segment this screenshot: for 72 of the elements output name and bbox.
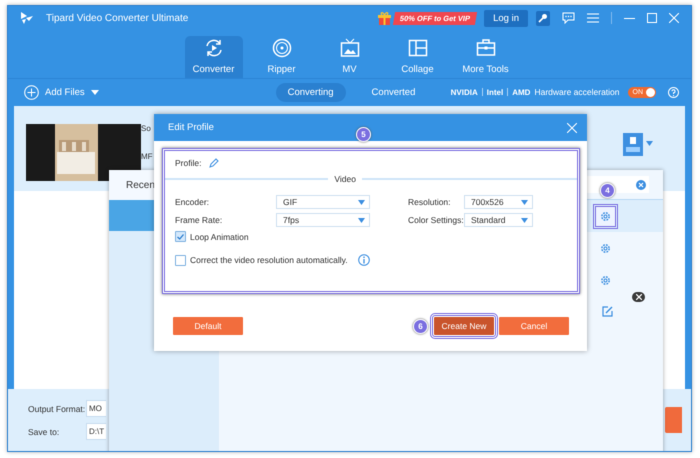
gift-icon — [377, 10, 392, 26]
file-info-label: So — [141, 124, 151, 134]
pencil-icon[interactable] — [209, 158, 220, 168]
close-icon[interactable] — [567, 122, 577, 132]
nav-tab[interactable]: Converter — [184, 36, 242, 78]
logo-icon — [20, 11, 34, 26]
setting-label: Frame Rate: — [175, 214, 224, 227]
setting-label: Resolution: — [407, 196, 452, 209]
callout-badge: 5 — [356, 127, 371, 142]
edit-icon[interactable] — [602, 306, 613, 317]
gear-icon[interactable] — [600, 210, 611, 222]
output-format-field[interactable]: MO — [86, 400, 106, 418]
checkbox[interactable] — [175, 254, 186, 266]
clear-icon[interactable] — [636, 180, 646, 190]
caret-icon — [358, 200, 365, 204]
key-icon[interactable] — [536, 10, 550, 26]
tv-icon — [340, 38, 360, 58]
save-to-field[interactable]: D:\T — [86, 423, 106, 440]
dropdown-field[interactable]: 700x526 — [464, 195, 533, 209]
view-tab[interactable]: Converted — [360, 82, 428, 102]
gpu-brand-label: AMD — [512, 88, 530, 97]
callout-badge: 6 — [413, 318, 428, 334]
checkbox-label: Loop Animation — [190, 232, 249, 242]
checkbox-label: Correct the video resolution automatically. — [190, 255, 348, 265]
gear-icon[interactable] — [600, 274, 611, 286]
nav-tab[interactable]: MV — [320, 36, 378, 78]
video-format-icon[interactable] — [623, 133, 643, 156]
gpu-brand-label: NVIDIA — [450, 88, 478, 97]
file-info-label: MF — [141, 152, 153, 162]
dropdown-field[interactable]: Standard — [464, 213, 533, 227]
grid-layout-icon — [408, 38, 428, 58]
maximize-icon[interactable] — [647, 13, 657, 24]
dialog-button[interactable]: Default — [173, 317, 243, 335]
setting-label: Encoder: — [175, 196, 210, 209]
nav-tab[interactable]: Collage — [388, 36, 446, 78]
caret-icon[interactable] — [646, 141, 653, 146]
close-badge[interactable] — [632, 292, 645, 302]
section-heading: Video — [334, 174, 356, 184]
dialog-button[interactable]: Cancel — [499, 317, 569, 335]
dialog-title: Edit Profile — [168, 122, 214, 133]
gpu-brand-label: Intel — [486, 88, 504, 97]
profile-label: Profile: — [175, 158, 202, 168]
action-button[interactable] — [665, 407, 682, 434]
login-button[interactable]: Log in — [484, 10, 528, 27]
add-icon[interactable] — [24, 84, 39, 100]
caret-icon[interactable] — [90, 90, 99, 95]
help-icon[interactable] — [668, 86, 679, 98]
dropdown-field[interactable]: GIF — [276, 195, 370, 209]
menu-icon[interactable] — [587, 13, 599, 24]
nav-tab[interactable]: Ripper — [252, 36, 310, 78]
chat-icon[interactable] — [562, 12, 575, 24]
callout-badge: 4 — [600, 183, 615, 198]
caret-icon — [521, 218, 528, 222]
caret-icon — [521, 200, 528, 204]
window-title: Tipard Video Converter Ultimate — [46, 12, 188, 24]
nav-tab[interactable]: More Tools — [456, 36, 514, 78]
toolbox-icon — [476, 38, 496, 58]
output-format-label: Output Format: — [28, 404, 86, 414]
settings-button[interactable] — [596, 206, 615, 226]
dropdown-field[interactable]: 7fps — [276, 213, 370, 227]
checkbox[interactable] — [175, 231, 186, 242]
disc-icon — [272, 38, 292, 58]
add-files-button[interactable]: Add Files — [45, 86, 85, 98]
close-icon[interactable] — [669, 13, 679, 24]
setting-label: Color Settings: — [407, 214, 464, 227]
caret-icon — [358, 218, 365, 222]
save-to-label: Save to: — [28, 426, 60, 437]
gear-icon[interactable] — [600, 242, 611, 254]
info-icon[interactable] — [358, 254, 370, 266]
hardware-acceleration-label: Hardware acceleration — [534, 87, 620, 98]
dialog-button[interactable]: Create New — [434, 317, 494, 335]
view-tab[interactable]: Converting — [276, 82, 346, 102]
